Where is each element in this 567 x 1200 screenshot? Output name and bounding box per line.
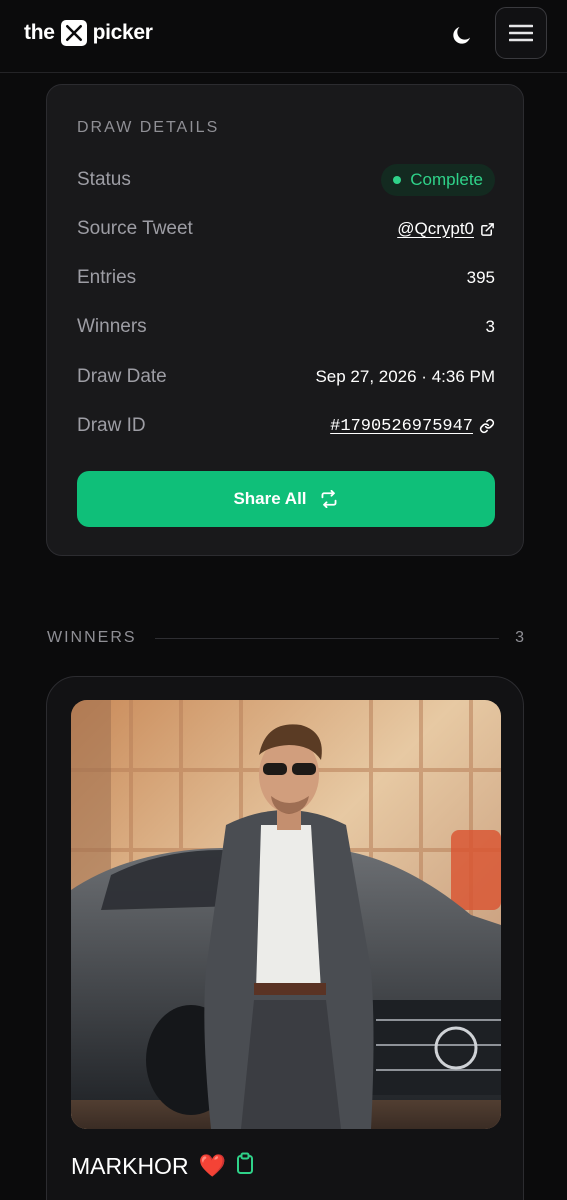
winners-section-title: WINNERS — [47, 629, 137, 646]
winner-avatar-image — [71, 700, 501, 1129]
logo-text-right: picker — [92, 21, 153, 44]
draw-id-value[interactable]: #1790526975947 — [330, 417, 473, 436]
draw-details-card: DRAW DETAILS Status Complete Source Twee… — [46, 84, 524, 556]
entries-label: Entries — [77, 267, 137, 288]
status-label: Status — [77, 169, 131, 190]
source-tweet-link[interactable]: @Qcrypt0 — [397, 219, 495, 239]
winners-section-header: WINNERS 3 — [47, 626, 524, 650]
status-row: Status Complete — [77, 164, 495, 196]
clipboard-icon[interactable] — [236, 1152, 254, 1180]
divider — [154, 637, 500, 639]
app-header: the picker — [0, 0, 567, 73]
source-tweet-value[interactable]: @Qcrypt0 — [397, 219, 474, 239]
draw-id-link[interactable]: #1790526975947 — [330, 417, 495, 436]
winner-name: MARKHOR — [71, 1152, 189, 1179]
entries-row: Entries 395 — [77, 262, 495, 294]
status-badge: Complete — [381, 164, 495, 196]
menu-button[interactable] — [495, 7, 547, 59]
source-tweet-label: Source Tweet — [77, 218, 193, 239]
x-logo-icon — [60, 20, 87, 46]
entries-value: 395 — [466, 268, 495, 287]
logo[interactable]: the picker — [24, 20, 153, 46]
hamburger-menu-icon — [509, 24, 533, 42]
status-value: Complete — [410, 170, 483, 189]
status-dot-icon — [393, 176, 402, 184]
draw-id-row: Draw ID #1790526975947 — [77, 410, 495, 442]
logo-text-left: the — [24, 21, 55, 44]
repost-icon — [321, 490, 336, 508]
winner-card: MARKHOR ❤️ — [46, 676, 524, 1200]
winner-name-row: MARKHOR ❤️ — [71, 1152, 254, 1180]
winners-value: 3 — [485, 317, 495, 336]
share-all-button[interactable]: Share All — [77, 471, 495, 527]
winners-count: 3 — [515, 629, 524, 646]
draw-date-value: Sep 27, 2026 · 4:36 PM — [315, 367, 495, 386]
share-all-label: Share All — [233, 489, 307, 508]
draw-details-title: DRAW DETAILS — [77, 119, 220, 136]
link-icon — [479, 418, 495, 434]
heart-emoji: ❤️ — [198, 1153, 226, 1178]
moon-icon[interactable] — [447, 20, 477, 50]
source-tweet-row: Source Tweet @Qcrypt0 — [77, 213, 495, 245]
draw-date-row: Draw Date Sep 27, 2026 · 4:36 PM — [77, 361, 495, 393]
external-link-icon — [481, 222, 494, 236]
winners-label: Winners — [77, 316, 147, 337]
draw-date-label: Draw Date — [77, 366, 167, 387]
winners-row: Winners 3 — [77, 311, 495, 343]
draw-id-label: Draw ID — [77, 415, 146, 436]
